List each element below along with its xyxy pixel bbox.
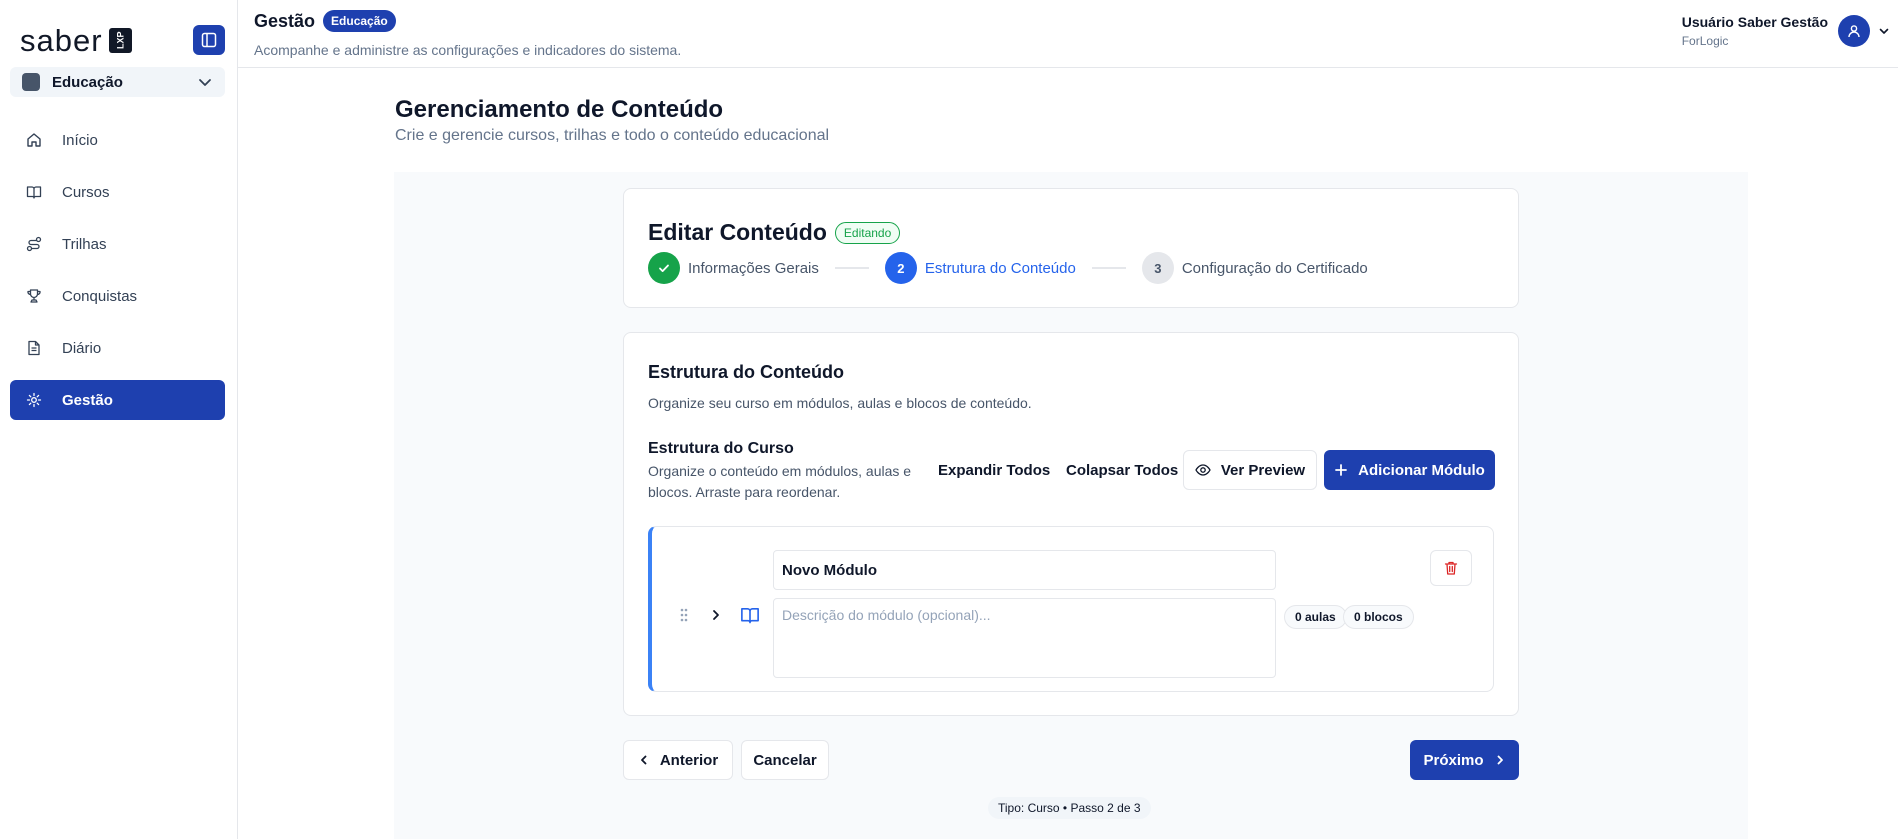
preview-button[interactable]: Ver Preview bbox=[1183, 450, 1317, 490]
brand-logo[interactable]: saber LXP bbox=[20, 25, 132, 56]
step-connector bbox=[1091, 267, 1126, 269]
next-label: Próximo bbox=[1423, 751, 1484, 769]
expand-all-button[interactable]: Expandir Todos bbox=[938, 462, 1050, 479]
module-description-input[interactable] bbox=[773, 598, 1276, 678]
structure-title: Estrutura do Conteúdo bbox=[648, 362, 844, 382]
sidebar-item-label: Cursos bbox=[62, 183, 110, 201]
workspace-label: Educação bbox=[52, 73, 123, 91]
next-button[interactable]: Próximo bbox=[1410, 740, 1519, 780]
eye-icon bbox=[1195, 462, 1211, 478]
book-open-icon bbox=[26, 184, 42, 200]
step-label: Configuração do Certificado bbox=[1181, 259, 1368, 277]
sidebar-item-label: Conquistas bbox=[62, 287, 138, 305]
content-structure-card: Estrutura do Conteúdo Organize seu curso… bbox=[623, 332, 1519, 716]
header-title-row: Gestão Educação bbox=[254, 10, 396, 32]
blocks-count-badge: 0 blocos bbox=[1343, 605, 1414, 629]
document-icon bbox=[26, 340, 42, 356]
plus-icon bbox=[1334, 463, 1348, 477]
sidebar-item-gestao[interactable]: Gestão bbox=[10, 380, 225, 420]
trophy-icon bbox=[26, 288, 42, 304]
editor-title: Editar Conteúdo bbox=[648, 219, 827, 245]
sidebar-item-label: Diário bbox=[62, 339, 102, 357]
sidebar-item-label: Gestão bbox=[62, 391, 113, 409]
cancel-label: Cancelar bbox=[753, 751, 817, 769]
sidebar-item-label: Início bbox=[62, 131, 98, 149]
step-label: Informações Gerais bbox=[688, 259, 819, 277]
top-header: Gestão Educação Acompanhe e administre a… bbox=[238, 0, 1898, 68]
sidebar: saber LXP Educação Início Cursos Trilhas… bbox=[0, 0, 238, 839]
step-label: Estrutura do Conteúdo bbox=[924, 259, 1076, 277]
chevron-right-icon bbox=[1494, 754, 1506, 766]
sidebar-item-trilhas[interactable]: Trilhas bbox=[10, 224, 225, 264]
chevron-left-icon bbox=[638, 754, 650, 766]
previous-button[interactable]: Anterior bbox=[623, 740, 733, 780]
structure-description: Organize seu curso em módulos, aulas e b… bbox=[648, 395, 1032, 411]
sidebar-panel-icon bbox=[201, 32, 217, 48]
gear-icon bbox=[26, 392, 42, 408]
route-icon bbox=[26, 236, 42, 252]
user-name: Usuário Saber Gestão bbox=[1681, 14, 1828, 30]
collapse-all-button[interactable]: Colapsar Todos bbox=[1066, 462, 1178, 479]
editor-steps-card: Editar Conteúdo Editando Informações Ger… bbox=[623, 188, 1519, 308]
header-badge: Educação bbox=[323, 10, 396, 32]
sidebar-item-diario[interactable]: Diário bbox=[10, 328, 225, 368]
home-icon bbox=[26, 132, 42, 148]
drag-handle-icon[interactable] bbox=[679, 607, 689, 623]
course-structure-title: Estrutura do Curso bbox=[648, 440, 794, 457]
add-module-button[interactable]: Adicionar Módulo bbox=[1324, 450, 1495, 490]
user-org: ForLogic bbox=[1681, 34, 1729, 48]
sidebar-item-inicio[interactable]: Início bbox=[10, 120, 225, 160]
logo-text: saber bbox=[20, 23, 103, 58]
check-icon bbox=[657, 261, 671, 275]
user-icon bbox=[1847, 24, 1861, 38]
cancel-button[interactable]: Cancelar bbox=[741, 740, 829, 780]
user-menu[interactable]: Usuário Saber Gestão ForLogic bbox=[1682, 14, 1890, 48]
editing-badge: Editando bbox=[834, 221, 901, 244]
stepper: Informações Gerais 2 Estrutura do Conteú… bbox=[648, 252, 1368, 284]
previous-label: Anterior bbox=[659, 751, 719, 769]
sidebar-item-cursos[interactable]: Cursos bbox=[10, 172, 225, 212]
course-structure-description: Organize o conteúdo em módulos, aulas e … bbox=[648, 463, 912, 500]
book-open-icon bbox=[740, 605, 760, 625]
chevron-down-icon bbox=[197, 74, 213, 90]
delete-module-button[interactable] bbox=[1430, 550, 1472, 586]
add-module-label: Adicionar Módulo bbox=[1358, 461, 1485, 479]
logo-badge: LXP bbox=[108, 28, 132, 53]
header-title: Gestão bbox=[254, 10, 316, 31]
avatar bbox=[1838, 15, 1870, 47]
header-subtitle: Acompanhe e administre as configurações … bbox=[254, 42, 682, 58]
editor-title-row: Editar Conteúdo Editando bbox=[648, 219, 901, 246]
preview-label: Ver Preview bbox=[1220, 461, 1306, 479]
step-number: 2 bbox=[884, 252, 917, 284]
page-subtitle: Crie e gerencie cursos, trilhas e todo o… bbox=[395, 127, 830, 144]
sidebar-item-label: Trilhas bbox=[62, 235, 107, 253]
step-status-badge: Tipo: Curso • Passo 2 de 3 bbox=[988, 797, 1151, 819]
chevron-right-icon[interactable] bbox=[709, 608, 723, 622]
user-info: Usuário Saber Gestão ForLogic bbox=[1682, 14, 1828, 48]
step-connector bbox=[834, 267, 869, 269]
sidebar-toggle-button[interactable] bbox=[193, 25, 225, 55]
module-name-input[interactable] bbox=[773, 550, 1276, 590]
sidebar-nav: Início Cursos Trilhas Conquistas Diário … bbox=[10, 120, 225, 432]
step-number: 3 bbox=[1141, 252, 1174, 284]
sidebar-item-conquistas[interactable]: Conquistas bbox=[10, 276, 225, 316]
workspace-selector[interactable]: Educação bbox=[10, 67, 225, 97]
lessons-count-badge: 0 aulas bbox=[1284, 605, 1347, 629]
workspace-icon bbox=[22, 73, 40, 91]
step-circle bbox=[648, 252, 680, 284]
step-informacoes-gerais[interactable]: Informações Gerais bbox=[648, 252, 819, 284]
chevron-down-icon bbox=[1878, 25, 1890, 37]
module-card: 0 aulas 0 blocos bbox=[648, 526, 1494, 692]
trash-icon bbox=[1443, 560, 1459, 576]
page-title: Gerenciamento de Conteúdo bbox=[395, 96, 724, 123]
step-estrutura-conteudo[interactable]: 2 Estrutura do Conteúdo bbox=[884, 252, 1076, 284]
step-configuracao-certificado[interactable]: 3 Configuração do Certificado bbox=[1141, 252, 1368, 284]
